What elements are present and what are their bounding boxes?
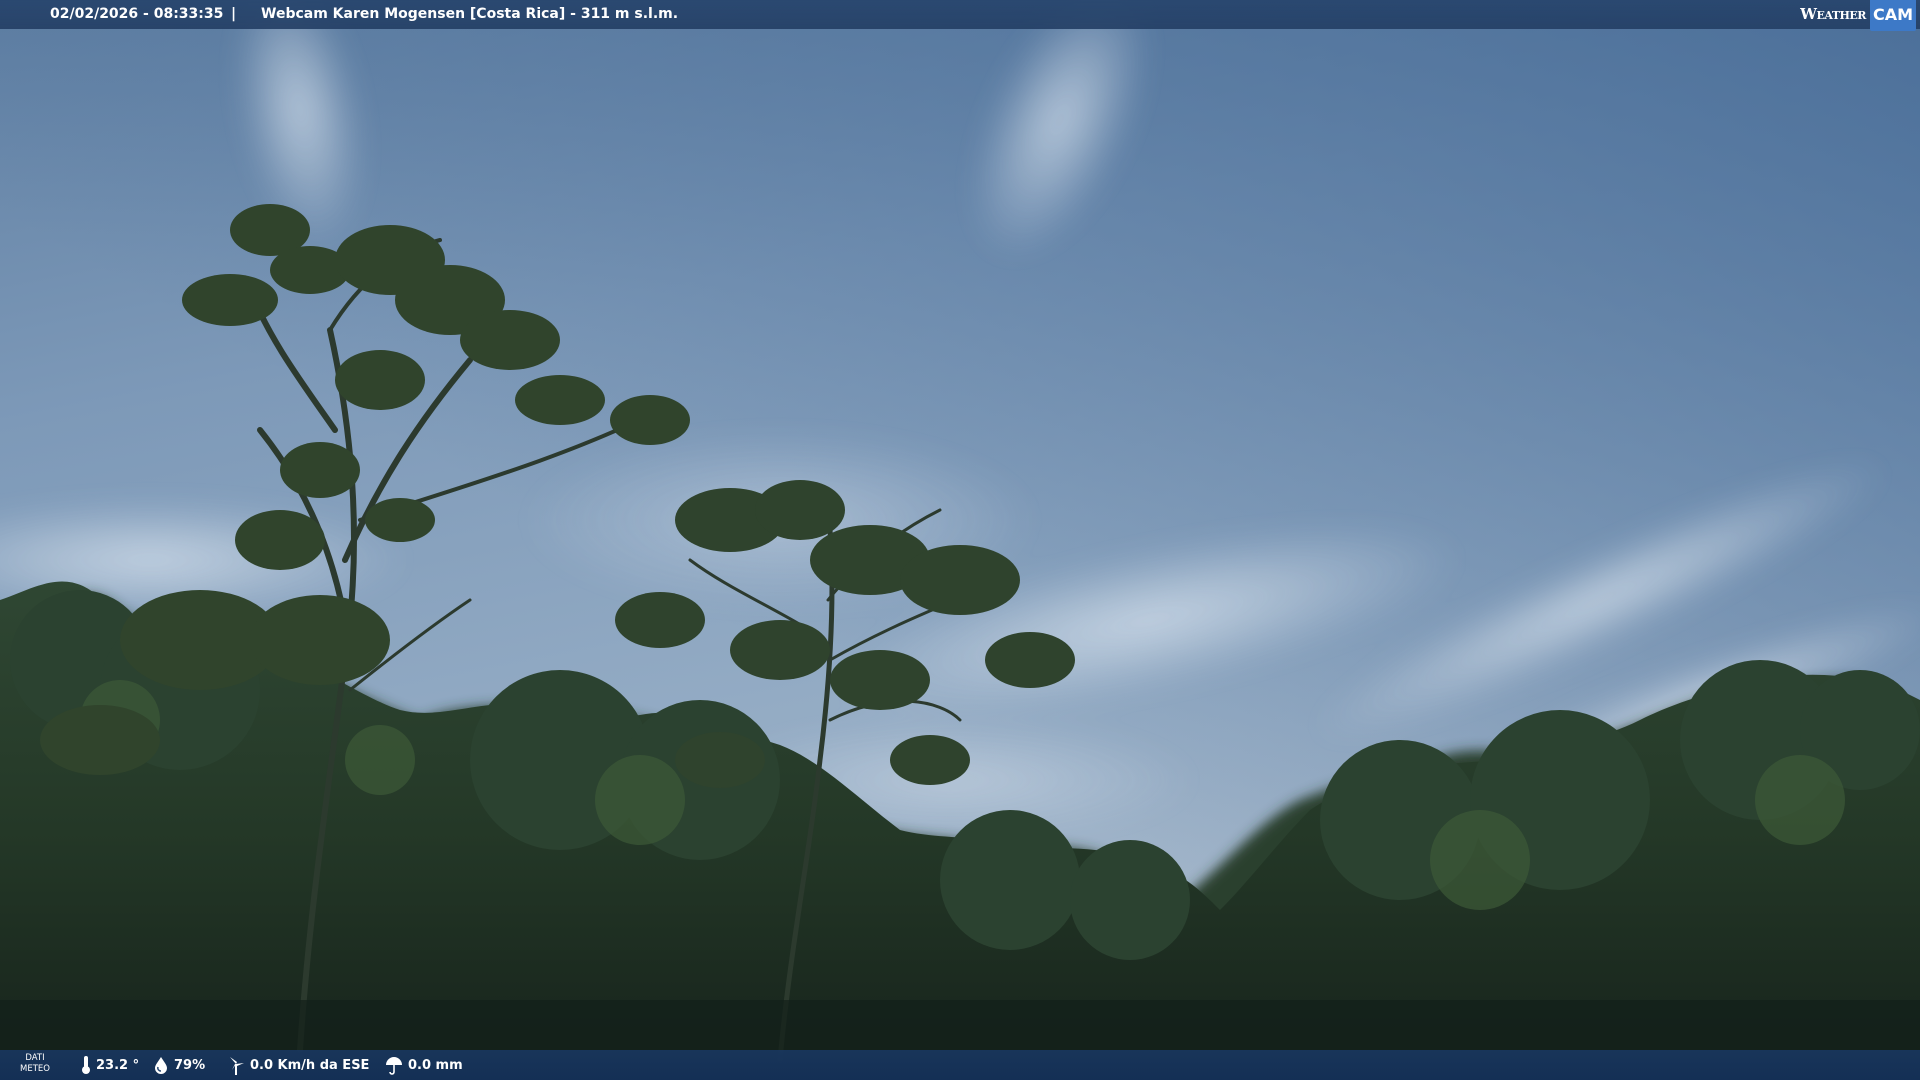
dati-label-line1: DATI — [25, 1053, 45, 1063]
title-separator: | — [231, 6, 237, 22]
webcam-image — [0, 0, 1920, 1080]
thermometer-icon — [82, 1056, 90, 1074]
top-info-bar: 02/02/2026 - 08:33:35 | Webcam Karen Mog… — [0, 0, 1920, 31]
wind-reading: 0.0 Km/h da ESE — [226, 1050, 369, 1080]
logo-cam-text: CAM — [1869, 0, 1916, 31]
temperature-value: 23.2 ° — [96, 1057, 140, 1073]
weather-data-bar: DATI METEO 23.2 ° 79% 0.0 Km/h da ESE 0.… — [0, 1050, 1920, 1080]
weathercam-logo[interactable]: Weather CAM — [1800, 0, 1920, 31]
humidity-value: 79% — [174, 1057, 206, 1073]
wind-turbine-icon — [230, 1057, 244, 1075]
humidity-reading: 79% — [152, 1050, 205, 1080]
dati-meteo-label: DATI METEO — [14, 1053, 56, 1075]
webcam-title: Webcam Karen Mogensen [Costa Rica] - 311… — [261, 6, 679, 22]
rain-reading: 0.0 mm — [384, 1050, 463, 1080]
rain-value: 0.0 mm — [408, 1057, 463, 1073]
webcam-frame: 02/02/2026 - 08:33:35 | Webcam Karen Mog… — [0, 0, 1920, 1080]
rain-umbrella-icon — [386, 1057, 402, 1075]
wind-value: 0.0 Km/h da ESE — [250, 1057, 370, 1073]
timestamp: 02/02/2026 - 08:33:35 — [50, 6, 224, 22]
humidity-drop-icon — [155, 1057, 167, 1074]
dati-label-line2: METEO — [20, 1064, 50, 1074]
temperature-reading: 23.2 ° — [80, 1050, 139, 1080]
logo-weather-text: Weather — [1800, 5, 1866, 23]
